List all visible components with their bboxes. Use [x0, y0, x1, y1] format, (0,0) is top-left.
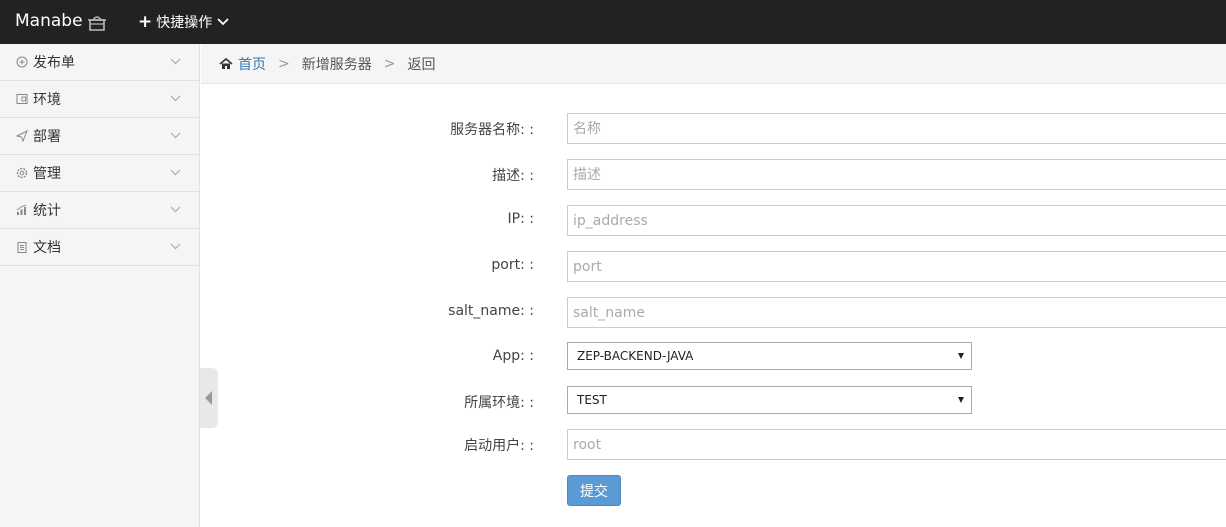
- sidebar: 发布单 环境 部署 管理 统计 文档: [0, 44, 200, 527]
- send-icon: [16, 130, 28, 142]
- clipboard-icon: [17, 242, 27, 253]
- sidebar-item-label: 文档: [33, 240, 61, 256]
- plus-icon: +: [138, 11, 153, 32]
- start-user-input[interactable]: [567, 429, 1226, 460]
- env-select[interactable]: TEST: [567, 386, 972, 414]
- home-icon: [219, 57, 233, 69]
- app-select-value: ZEP-BACKEND-JAVA: [577, 349, 694, 363]
- server-name-input[interactable]: [567, 113, 1226, 144]
- sidebar-item-label: 管理: [33, 166, 61, 182]
- chevron-down-icon: [217, 18, 229, 26]
- sidebar-item-environment[interactable]: 环境: [0, 81, 199, 118]
- sidebar-item-release[interactable]: 发布单: [0, 44, 199, 81]
- chevron-down-icon: [170, 243, 181, 250]
- sidebar-item-statistics[interactable]: 统计: [0, 192, 199, 229]
- main-content: 首页 > 新增服务器 > 返回 服务器名称: : 描述: : IP: : por…: [201, 44, 1226, 527]
- dropdown-arrow-icon: [958, 397, 964, 403]
- ip-label: IP: :: [507, 211, 534, 227]
- sidebar-item-label: 环境: [33, 92, 61, 108]
- bar-chart-icon: [16, 204, 27, 215]
- breadcrumb-separator: >: [278, 55, 290, 72]
- salt-name-label: salt_name: :: [448, 303, 534, 319]
- breadcrumb-home-link[interactable]: 首页: [238, 54, 266, 74]
- env-label: 所属环境: :: [464, 395, 534, 411]
- gear-icon: [16, 167, 28, 179]
- name-label: 服务器名称: :: [450, 122, 534, 138]
- window-icon: [16, 94, 28, 104]
- ip-input[interactable]: [567, 205, 1226, 236]
- user-label: 启动用户: :: [464, 438, 534, 454]
- sidebar-item-label: 部署: [33, 129, 61, 145]
- breadcrumb-current: 新增服务器: [301, 56, 372, 73]
- env-select-value: TEST: [577, 393, 607, 407]
- breadcrumb: 首页 > 新增服务器 > 返回: [201, 44, 1226, 84]
- chevron-down-icon: [170, 58, 181, 65]
- breadcrumb-separator: >: [383, 55, 396, 72]
- chevron-down-icon: [170, 169, 181, 176]
- sidebar-item-label: 统计: [33, 203, 61, 219]
- sidebar-item-docs[interactable]: 文档: [0, 229, 199, 266]
- port-label: port: :: [491, 257, 534, 273]
- quick-actions-label: 快捷操作: [156, 15, 213, 31]
- top-navbar: Manabe + 快捷操作: [0, 0, 1226, 44]
- chevron-down-icon: [170, 95, 181, 102]
- submit-button[interactable]: 提交: [567, 475, 621, 506]
- breadcrumb-back-link[interactable]: 返回: [407, 54, 435, 74]
- port-input[interactable]: [567, 251, 1226, 282]
- sidebar-item-deploy[interactable]: 部署: [0, 118, 199, 155]
- app-select[interactable]: ZEP-BACKEND-JAVA: [567, 342, 972, 370]
- plus-circle-icon: [16, 56, 28, 68]
- description-label: 描述: :: [492, 168, 534, 184]
- description-input[interactable]: [567, 159, 1226, 190]
- quick-actions-menu[interactable]: + 快捷操作: [138, 12, 229, 32]
- salt-name-input[interactable]: [567, 297, 1226, 328]
- sidebar-item-label: 发布单: [33, 55, 75, 71]
- chevron-down-icon: [170, 206, 181, 213]
- brand-logo-text[interactable]: Manabe: [15, 11, 83, 31]
- sidebar-item-manage[interactable]: 管理: [0, 155, 199, 192]
- pot-icon: [88, 16, 106, 31]
- dropdown-arrow-icon: [958, 353, 964, 359]
- app-label: App: :: [492, 348, 534, 364]
- chevron-down-icon: [170, 132, 181, 139]
